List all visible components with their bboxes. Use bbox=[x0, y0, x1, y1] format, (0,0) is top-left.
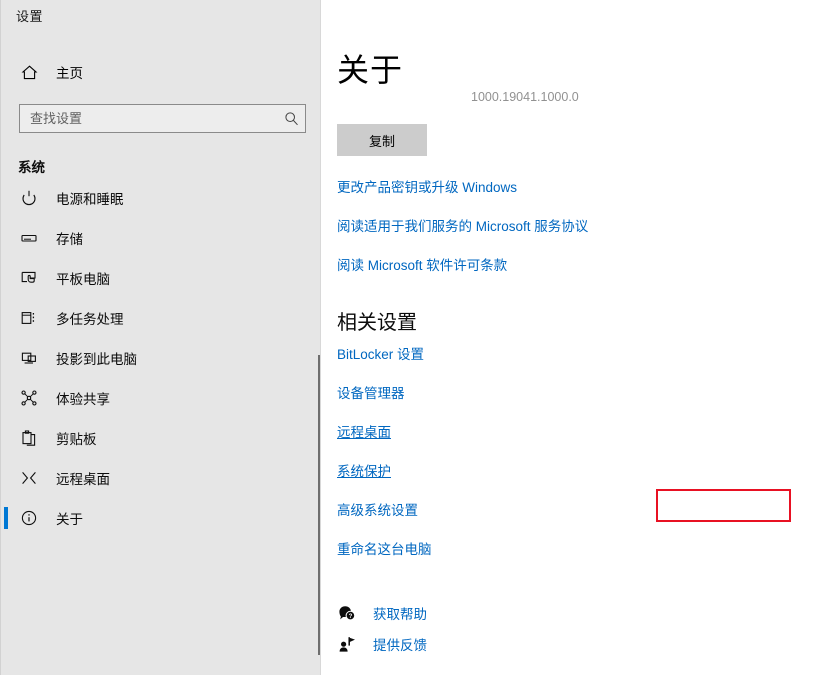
sidebar-item-label: 投影到此电脑 bbox=[56, 352, 137, 367]
copy-button[interactable]: 复制 bbox=[337, 124, 427, 156]
clipboard-icon bbox=[18, 427, 40, 449]
get-help-link[interactable]: ? 获取帮助 bbox=[337, 603, 427, 623]
link-bitlocker-settings[interactable]: BitLocker 设置 bbox=[337, 343, 424, 363]
sidebar-item-label: 多任务处理 bbox=[56, 312, 124, 327]
related-settings-title: 相关设置 bbox=[337, 312, 417, 334]
sidebar-item-home-label: 主页 bbox=[56, 66, 83, 81]
give-feedback-icon bbox=[337, 634, 357, 654]
get-help-label: 获取帮助 bbox=[373, 607, 427, 622]
settings-window: 设置 主页 系统 bbox=[0, 0, 833, 675]
sidebar-section-title: 系统 bbox=[18, 160, 45, 175]
link-microsoft-software-license-terms[interactable]: 阅读 Microsoft 软件许可条款 bbox=[337, 254, 507, 274]
highlight-box-advanced-system-settings bbox=[656, 489, 791, 522]
sidebar-item-label: 远程桌面 bbox=[56, 472, 110, 487]
give-feedback-link[interactable]: 提供反馈 bbox=[337, 634, 427, 654]
projecting-icon bbox=[18, 347, 40, 369]
selection-indicator bbox=[4, 507, 8, 529]
search-input[interactable] bbox=[20, 105, 277, 132]
home-icon bbox=[18, 62, 40, 82]
sidebar-item-label: 关于 bbox=[56, 512, 83, 527]
give-feedback-label: 提供反馈 bbox=[373, 638, 427, 653]
sidebar-item-home[interactable]: 主页 bbox=[0, 58, 305, 86]
sidebar-item-label: 体验共享 bbox=[56, 392, 110, 407]
power-icon bbox=[18, 187, 40, 209]
link-microsoft-services-agreement[interactable]: 阅读适用于我们服务的 Microsoft 服务协议 bbox=[337, 215, 588, 235]
info-icon bbox=[18, 507, 40, 529]
sidebar-item-label: 电源和睡眠 bbox=[56, 192, 124, 207]
link-system-protection[interactable]: 系统保护 bbox=[337, 460, 391, 480]
sidebar-item-power-and-sleep[interactable]: 电源和睡眠 bbox=[0, 178, 306, 218]
page-title: 关于 bbox=[337, 52, 404, 88]
main-content: 关于 1000.19041.1000.0 复制 更改产品密钥或升级 Window… bbox=[321, 0, 833, 675]
sidebar: 设置 主页 系统 bbox=[0, 0, 321, 675]
sidebar-item-shared-experiences[interactable]: 体验共享 bbox=[0, 378, 306, 418]
sidebar-scrollbar-thumb[interactable] bbox=[318, 355, 320, 655]
sidebar-item-label: 剪贴板 bbox=[56, 432, 97, 447]
sidebar-item-about[interactable]: 关于 bbox=[0, 498, 306, 538]
sidebar-item-clipboard[interactable]: 剪贴板 bbox=[0, 418, 306, 458]
link-device-manager[interactable]: 设备管理器 bbox=[337, 382, 405, 402]
sidebar-item-label: 平板电脑 bbox=[56, 272, 110, 287]
sidebar-nav-list: 电源和睡眠 存储 平板电脑 多任务处理 投影到此电脑 体验共享 剪贴板 远程桌面… bbox=[0, 186, 306, 538]
multitasking-icon bbox=[18, 307, 40, 329]
remote-desktop-icon bbox=[18, 467, 40, 489]
app-title: 设置 bbox=[16, 9, 44, 24]
sidebar-item-tablet[interactable]: 平板电脑 bbox=[0, 258, 306, 298]
search-box[interactable] bbox=[19, 104, 306, 133]
sidebar-item-storage[interactable]: 存储 bbox=[0, 218, 306, 258]
get-help-icon: ? bbox=[337, 603, 357, 623]
link-advanced-system-settings[interactable]: 高级系统设置 bbox=[337, 499, 418, 519]
sidebar-item-projecting[interactable]: 投影到此电脑 bbox=[0, 338, 306, 378]
storage-icon bbox=[18, 227, 40, 249]
link-remote-desktop[interactable]: 远程桌面 bbox=[337, 421, 391, 441]
link-change-product-key[interactable]: 更改产品密钥或升级 Windows bbox=[337, 176, 517, 196]
search-icon[interactable] bbox=[277, 105, 305, 132]
link-rename-this-pc[interactable]: 重命名这台电脑 bbox=[337, 538, 432, 558]
sidebar-item-label: 存储 bbox=[56, 232, 83, 247]
sidebar-item-multitasking[interactable]: 多任务处理 bbox=[0, 298, 306, 338]
svg-text:?: ? bbox=[349, 614, 353, 620]
tablet-icon bbox=[18, 267, 40, 289]
version-string: 1000.19041.1000.0 bbox=[471, 90, 579, 104]
shared-experiences-icon bbox=[18, 387, 40, 409]
sidebar-item-remote-desktop[interactable]: 远程桌面 bbox=[0, 458, 306, 498]
